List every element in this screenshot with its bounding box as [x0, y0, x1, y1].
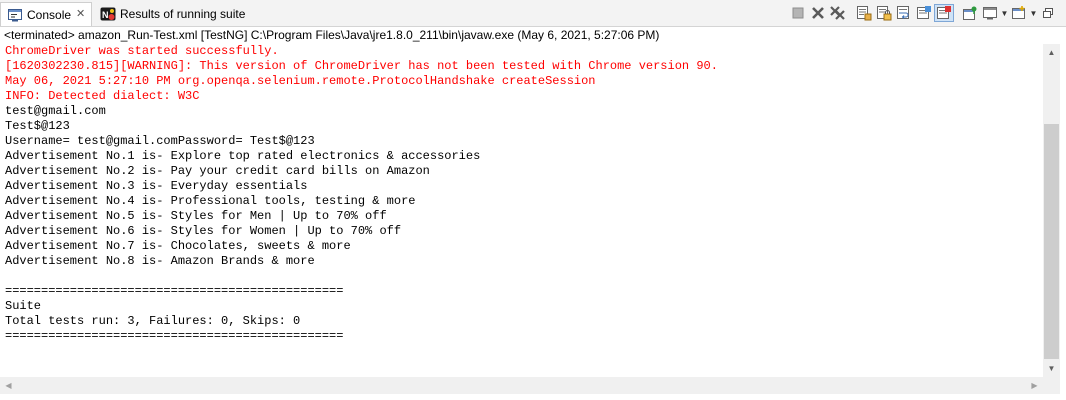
show-on-stdout-button[interactable] [914, 4, 934, 22]
console-line-stdout: Advertisement No.1 is- Explore top rated… [5, 149, 481, 163]
svg-text:N: N [102, 10, 109, 20]
remove-launch-button[interactable] [808, 4, 828, 22]
clear-console-icon [856, 5, 872, 21]
console-line-stderr: ChromeDriver was started successfully. [5, 44, 279, 58]
display-selected-console-icon [982, 5, 998, 21]
minimize-button[interactable] [1038, 4, 1058, 22]
console-icon [7, 7, 23, 23]
show-on-stdout-icon [916, 5, 932, 21]
chevron-down-icon: ▼ [1029, 8, 1038, 18]
console-toolbar: ▼ ▼ [788, 4, 1058, 22]
console-line-stderr: May 06, 2021 5:27:10 PM org.openqa.selen… [5, 74, 596, 88]
console-line-stdout: Advertisement No.5 is- Styles for Men | … [5, 209, 387, 223]
vertical-scrollbar[interactable]: ▲ ▼ [1043, 44, 1060, 377]
launch-status-line: <terminated> amazon_Run-Test.xml [TestNG… [0, 27, 1066, 44]
console-line-stdout: Advertisement No.3 is- Everyday essentia… [5, 179, 308, 193]
console-line-stdout: Advertisement No.2 is- Pay your credit c… [5, 164, 430, 178]
horizontal-scrollbar[interactable]: ◀ ▶ [0, 377, 1043, 394]
pin-console-icon [962, 5, 978, 21]
vertical-scroll-thumb[interactable] [1044, 124, 1059, 359]
clear-console-button[interactable] [854, 4, 874, 22]
tab-results-of-running-suite[interactable]: N Results of running suite [94, 2, 264, 26]
console-line-stdout: Total tests run: 3, Failures: 0, Skips: … [5, 314, 301, 328]
console-line-stdout: test@gmail.com [5, 104, 106, 118]
console-text[interactable]: ChromeDriver was started successfully. [1… [0, 44, 1043, 344]
open-console-icon [1011, 5, 1027, 21]
console-line-stdout: Advertisement No.8 is- Amazon Brands & m… [5, 254, 315, 268]
console-line-stdout: Test$@123 [5, 119, 70, 133]
open-console-button[interactable] [1009, 4, 1029, 22]
console-line-stdout: Advertisement No.7 is- Chocolates, sweet… [5, 239, 351, 253]
scrollbar-corner [1043, 377, 1060, 394]
scroll-down-arrow-icon[interactable]: ▼ [1043, 360, 1060, 377]
terminate-icon [792, 7, 804, 19]
tab-results-label: Results of running suite [120, 7, 246, 21]
word-wrap-icon [896, 5, 912, 21]
view-tab-bar: Console ✕ N Results of running suite ▼ ▼ [0, 0, 1066, 27]
console-line-stdout [5, 269, 1043, 284]
word-wrap-button[interactable] [894, 4, 914, 22]
console-line-stderr: [1620302230.815][WARNING]: This version … [5, 59, 718, 73]
console-line-stdout: Advertisement No.4 is- Professional tool… [5, 194, 416, 208]
console-line-stderr: INFO: Detected dialect: W3C [5, 89, 200, 103]
display-selected-console-dropdown[interactable]: ▼ [1000, 4, 1009, 22]
terminate-button[interactable] [788, 4, 808, 22]
console-output[interactable]: ChromeDriver was started successfully. [1… [0, 44, 1043, 377]
scroll-up-arrow-icon[interactable]: ▲ [1043, 44, 1060, 61]
pin-console-button[interactable] [960, 4, 980, 22]
tab-console-label: Console [27, 7, 72, 22]
scroll-lock-icon [876, 5, 892, 21]
remove-all-terminated-icon [830, 6, 846, 20]
minimize-icon [1042, 7, 1054, 19]
testng-icon: N [100, 6, 116, 22]
show-on-stderr-button[interactable] [934, 4, 954, 22]
show-on-stderr-icon [936, 5, 952, 21]
remove-launch-icon [811, 6, 825, 20]
console-line-stdout: ========================================… [5, 284, 344, 298]
console-line-stdout: Username= test@gmail.comPassword= Test$@… [5, 134, 315, 148]
scroll-lock-button[interactable] [874, 4, 894, 22]
console-line-stdout: Advertisement No.6 is- Styles for Women … [5, 224, 402, 238]
open-console-dropdown[interactable]: ▼ [1029, 4, 1038, 22]
console-line-stdout: ========================================… [5, 329, 344, 343]
tab-console[interactable]: Console ✕ [0, 2, 92, 26]
scroll-left-arrow-icon[interactable]: ◀ [0, 377, 17, 394]
display-selected-console-button[interactable] [980, 4, 1000, 22]
remove-all-terminated-button[interactable] [828, 4, 848, 22]
chevron-down-icon: ▼ [1000, 8, 1009, 18]
close-icon[interactable]: ✕ [76, 9, 85, 20]
console-line-stdout: Suite [5, 299, 42, 313]
scroll-right-arrow-icon[interactable]: ▶ [1026, 377, 1043, 394]
